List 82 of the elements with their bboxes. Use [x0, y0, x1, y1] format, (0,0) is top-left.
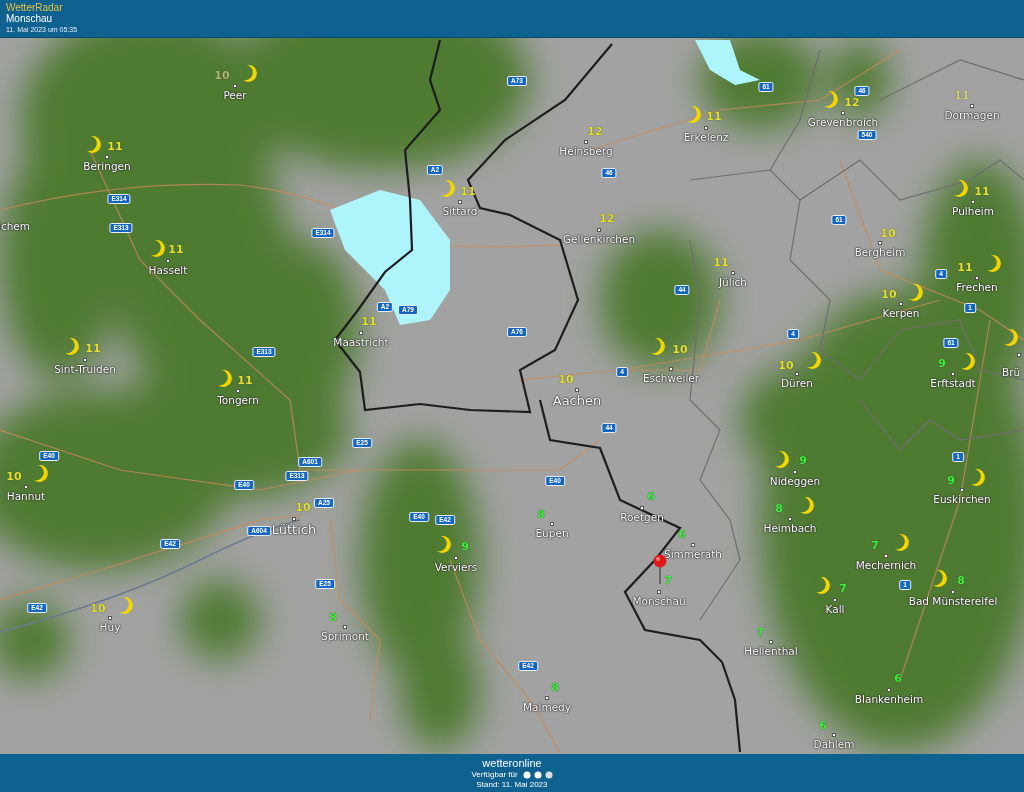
city-label: Euskirchen [933, 493, 991, 506]
city-label: Sittard [442, 205, 478, 218]
temperature-label: 8 [551, 682, 559, 694]
city-label: Hasselt [148, 264, 188, 277]
city-label: Jülich [719, 276, 747, 289]
city-label: Dormagen [944, 109, 1000, 122]
temperature-label: 8 [329, 612, 337, 624]
city-label: Kerpen [882, 307, 920, 320]
city-label: Beringen [83, 160, 131, 173]
temperature-label: 10 [880, 228, 896, 240]
city-label: Erkelenz [683, 131, 729, 144]
city-label: Peer [223, 89, 247, 102]
temperature-label: 10 [295, 502, 311, 514]
city-label: Verviers [434, 561, 478, 574]
city-label: Huy [99, 621, 121, 634]
availability-text: Verfügbar für [471, 769, 518, 780]
city-label: Malmedy [523, 701, 571, 714]
city-label: Nideggen [769, 475, 821, 488]
temperature-label: 8 [957, 575, 965, 587]
temperature-label: 10 [558, 374, 574, 386]
temperature-label: 11 [237, 375, 253, 387]
city-label: Frechen [956, 281, 998, 294]
temperature-label: 11 [168, 244, 184, 256]
temperature-label: 7 [664, 575, 672, 587]
temperature-label: 6 [894, 673, 902, 685]
temperature-label: 7 [756, 627, 764, 639]
city-label: Kall [825, 603, 845, 616]
temperature-label: 10 [881, 289, 897, 301]
temperature-label: 10 [6, 471, 22, 483]
city-label: Sint-Truiden [54, 363, 116, 376]
temperature-label: 10 [90, 603, 106, 615]
city-label: Mechernich [855, 559, 917, 572]
city-label: Hellenthal [744, 645, 798, 658]
temperature-label: 9 [799, 455, 807, 467]
city-label: Lüttich [271, 522, 317, 538]
city-label: Düren [781, 377, 813, 390]
city-label: Tongern [217, 394, 259, 407]
city-label: Bergheim [854, 246, 906, 259]
temperature-label: 9 [947, 475, 955, 487]
temperature-label: 11 [713, 257, 729, 269]
temperature-label: 11 [361, 316, 377, 328]
city-label: Bad Münstereifel [908, 595, 998, 608]
city-label: Gellenkirchen [562, 233, 636, 246]
temperature-label: 6 [678, 529, 686, 541]
temperature-label: 11 [85, 343, 101, 355]
temperature-label: 6 [647, 491, 655, 503]
city-label: Monschau [632, 595, 686, 608]
update-date: Stand: 11. Mai 2023 [476, 779, 548, 790]
temperature-label: 10 [672, 344, 688, 356]
temperature-label: 12 [599, 213, 615, 225]
temperature-label: 11 [974, 186, 990, 198]
city-label: Heinsberg [559, 145, 613, 158]
city-label: Grevenbroich [807, 116, 879, 129]
city-label: Simmerath [664, 548, 722, 561]
city-label: Eupen [535, 527, 569, 540]
location-title: Monschau [6, 13, 54, 25]
city-label: Blankenheim [854, 693, 924, 706]
temperature-label: 11 [107, 141, 123, 153]
city-label: Pulheim [952, 205, 994, 218]
city-label: Heimbach [763, 522, 817, 535]
temperature-label: 7 [871, 540, 879, 552]
temperature-label: 8 [537, 509, 545, 521]
temperature-label: 12 [844, 97, 860, 109]
temperature-label: 10 [778, 360, 794, 372]
app-title: WetterRadar [6, 2, 64, 13]
city-label: Brü [1002, 366, 1021, 379]
temperature-label: 11 [957, 262, 973, 274]
city-label: Aachen [552, 393, 602, 409]
temperature-label: 8 [775, 503, 783, 515]
temperature-label: 10 [214, 70, 230, 82]
temperature-label: 9 [461, 541, 469, 553]
temperature-label: 12 [587, 126, 603, 138]
city-label: Erftstadt [930, 377, 976, 390]
brand-logo: wetteronline [482, 756, 542, 770]
city-label: Hannut [6, 490, 46, 503]
temperature-label: 7 [839, 583, 847, 595]
city-label: Sprimont [321, 630, 369, 643]
temperature-label: 6 [819, 720, 827, 732]
city-label: Dahlem [813, 738, 855, 751]
temperature-label: 9 [938, 358, 946, 370]
temperature-label: 11 [706, 111, 722, 123]
city-label: Eschweiler [642, 372, 700, 385]
